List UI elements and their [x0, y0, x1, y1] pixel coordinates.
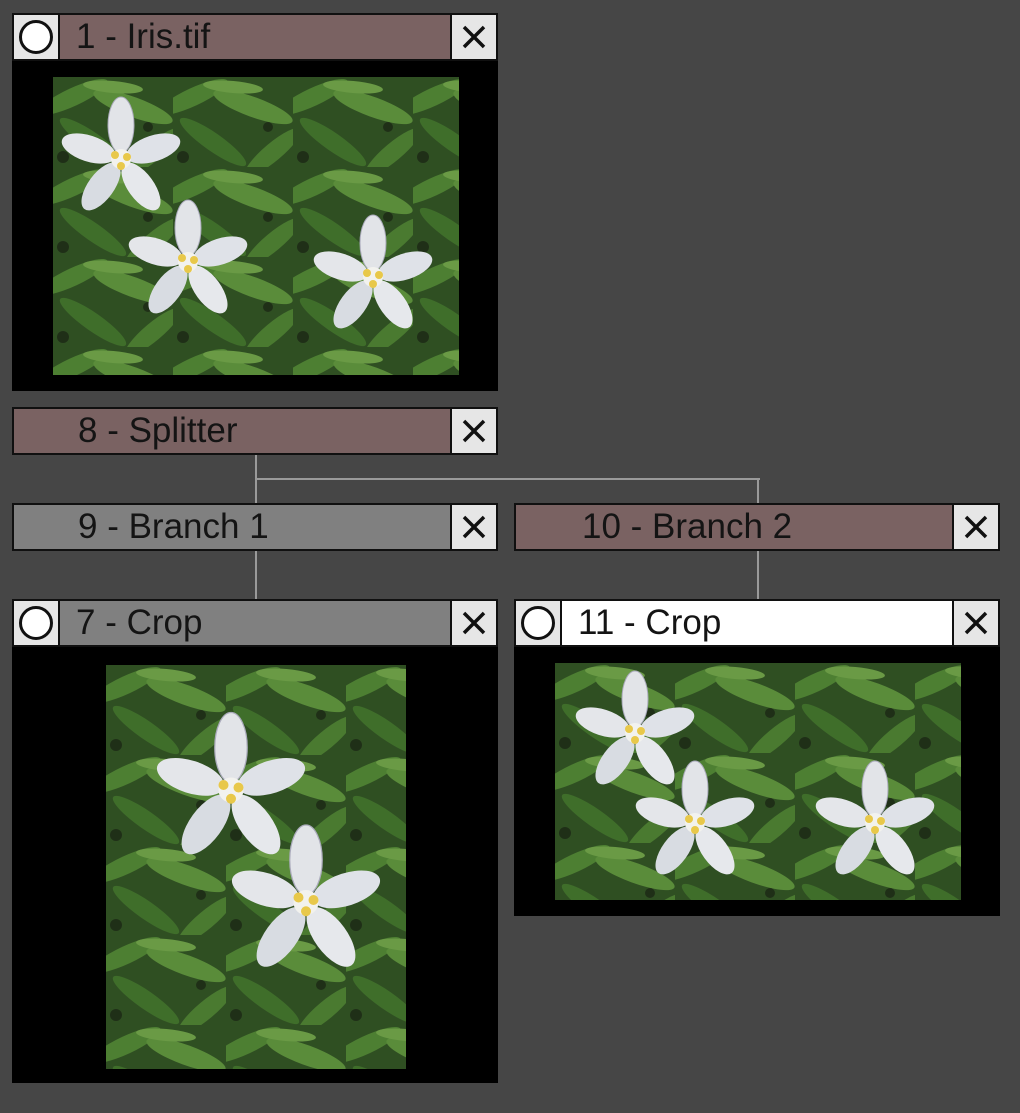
close-x-icon[interactable]	[450, 601, 496, 645]
close-x-icon[interactable]	[450, 15, 496, 59]
radio-circle-icon[interactable]	[14, 601, 60, 645]
crop7-preview-frame	[12, 645, 498, 1083]
node-title: 8 - Splitter	[78, 411, 238, 450]
splitter-titlebar[interactable]: 8 - Splitter	[12, 407, 498, 455]
close-x-icon[interactable]	[952, 505, 998, 549]
node-splitter[interactable]: 8 - Splitter	[12, 407, 498, 455]
node-crop7[interactable]: 7 - Crop	[12, 599, 498, 1083]
close-x-icon[interactable]	[450, 409, 496, 453]
node-branch2[interactable]: 10 - Branch 2	[514, 503, 1000, 551]
iris-preview-frame	[12, 59, 498, 391]
branch2-titlebar[interactable]: 10 - Branch 2	[514, 503, 1000, 551]
node-title: 11 - Crop	[578, 603, 722, 642]
close-x-icon[interactable]	[952, 601, 998, 645]
radio-circle-icon[interactable]	[516, 601, 562, 645]
node-title: 7 - Crop	[76, 603, 203, 642]
wire-to-branch2	[757, 478, 759, 504]
node-iris[interactable]: 1 - Iris.tif	[12, 13, 498, 391]
wire-splitter-down	[255, 454, 257, 480]
wire-branch1-to-crop7	[255, 550, 257, 600]
branch1-titlebar[interactable]: 9 - Branch 1	[12, 503, 498, 551]
node-title: 1 - Iris.tif	[76, 17, 211, 56]
wire-to-branch1	[255, 478, 257, 504]
iris-image	[53, 77, 459, 375]
node-branch1[interactable]: 9 - Branch 1	[12, 503, 498, 551]
node-title: 10 - Branch 2	[582, 507, 793, 546]
crop11-preview-frame	[514, 645, 1000, 916]
wire-splitter-horizontal	[255, 478, 760, 480]
iris-titlebar[interactable]: 1 - Iris.tif	[12, 13, 498, 61]
radio-circle-icon[interactable]	[14, 15, 60, 59]
close-x-icon[interactable]	[450, 505, 496, 549]
node-title: 9 - Branch 1	[78, 507, 269, 546]
crop11-image	[555, 663, 961, 900]
node-crop11[interactable]: 11 - Crop	[514, 599, 1000, 916]
wire-branch2-to-crop11	[757, 550, 759, 600]
crop7-image	[106, 665, 406, 1069]
crop7-titlebar[interactable]: 7 - Crop	[12, 599, 498, 647]
crop11-titlebar[interactable]: 11 - Crop	[514, 599, 1000, 647]
